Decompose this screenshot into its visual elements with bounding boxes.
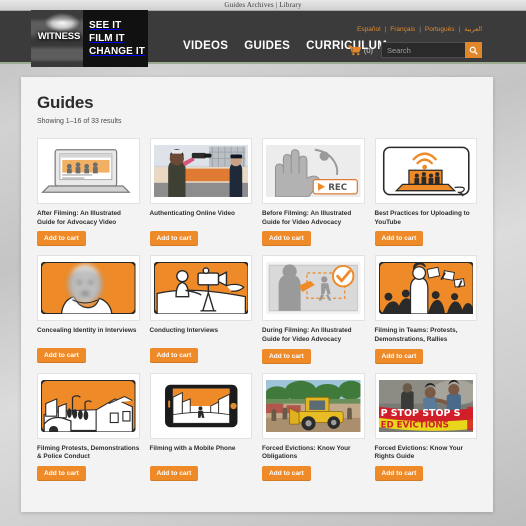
- add-to-cart-button[interactable]: Add to cart: [262, 231, 311, 247]
- lang-link-espanol[interactable]: Español: [357, 26, 381, 33]
- product-thumbnail-link[interactable]: [37, 138, 140, 204]
- product-title[interactable]: Conducting Interviews: [150, 327, 253, 344]
- logo-tagline-film-it: FILM IT: [89, 32, 125, 44]
- product-thumbnail-link[interactable]: [262, 255, 365, 322]
- main-content: Guides Showing 1–16 of 33 results After …: [21, 77, 493, 481]
- site-logo[interactable]: WITNESS SEE IT FILM IT CHANGE IT: [31, 10, 148, 67]
- crowd-protest-illustration-icon: [379, 259, 474, 317]
- street-scene-illustration-icon: [41, 377, 136, 435]
- product-title[interactable]: Filming in Teams: Protests, Demonstratio…: [375, 327, 478, 344]
- add-to-cart-button[interactable]: Add to cart: [37, 348, 86, 364]
- page-container: Guides Showing 1–16 of 33 results After …: [21, 77, 493, 512]
- product-card: Conducting Interviews Add to cart: [149, 255, 253, 364]
- laptop-illustration-icon: [41, 142, 136, 200]
- hand-rec-illustration-icon: [266, 142, 361, 200]
- product-card: Filming with a Mobile Phone Add to cart: [149, 372, 253, 481]
- add-to-cart-button[interactable]: Add to cart: [374, 348, 424, 364]
- product-card: During Filming: An Illustrated Guide for…: [262, 255, 365, 364]
- photo-stop-evictions-banner-icon: [379, 377, 474, 435]
- product-title[interactable]: Forced Evictions: Know Your Obligations: [262, 445, 365, 462]
- product-thumbnail-link[interactable]: [149, 255, 252, 322]
- product-thumbnail-link[interactable]: [374, 138, 477, 204]
- product-card: Best Practices for Uploading to YouTube A…: [374, 138, 478, 247]
- search-submit-button[interactable]: [465, 42, 482, 58]
- cart-widget[interactable]: (0): [347, 44, 373, 56]
- blurred-face-illustration-icon: [41, 259, 136, 317]
- product-title[interactable]: Filming Protests, Demonstrations & Polic…: [37, 445, 140, 462]
- nav-guides[interactable]: GUIDES: [244, 40, 290, 52]
- logo-taglines: SEE IT FILM IT CHANGE IT: [83, 10, 148, 67]
- add-to-cart-button[interactable]: Add to cart: [374, 231, 424, 247]
- camera-interview-illustration-icon: [154, 259, 249, 317]
- product-thumbnail-link[interactable]: [37, 255, 140, 322]
- product-grid: After Filming: An Illustrated Guide for …: [37, 138, 477, 481]
- logo-tagline-see-it: SEE IT: [89, 19, 122, 31]
- add-to-cart-button[interactable]: Add to cart: [262, 348, 311, 364]
- add-to-cart-button[interactable]: Add to cart: [37, 465, 86, 481]
- product-card: Filming Protests, Demonstrations & Polic…: [37, 372, 140, 481]
- logo-wordmark: WITNESS: [37, 31, 81, 42]
- product-card: Authenticating Online Video Add to cart: [149, 138, 253, 246]
- lang-separator: |: [458, 25, 461, 33]
- mobile-phone-illustration-icon: [154, 377, 249, 435]
- shopping-cart-icon: [347, 44, 361, 55]
- lang-separator: |: [384, 25, 387, 33]
- header-tools: (0): [347, 42, 482, 58]
- product-thumbnail-link[interactable]: [374, 255, 477, 322]
- logo-tagline-change-it: CHANGE IT: [89, 45, 145, 57]
- browser-title: Guides Archives | Library: [224, 1, 302, 9]
- product-card: Forced Evictions: Know Your Obligations A…: [262, 372, 365, 481]
- product-card: Concealing Identity in Interviews Add to …: [37, 255, 140, 364]
- search-form: [381, 42, 482, 58]
- add-to-cart-button[interactable]: Add to cart: [149, 231, 199, 246]
- product-title[interactable]: During Filming: An Illustrated Guide for…: [262, 327, 365, 344]
- cart-count: (0): [363, 45, 373, 55]
- product-card: After Filming: An Illustrated Guide for …: [37, 138, 140, 247]
- site-header: WITNESS SEE IT FILM IT CHANGE IT VIDEOS …: [0, 10, 526, 67]
- product-card: Before Filming: An Illustrated Guide for…: [262, 138, 365, 247]
- product-thumbnail-link[interactable]: [262, 138, 365, 204]
- product-title[interactable]: Forced Evictions: Know Your Rights Guide: [375, 445, 478, 462]
- product-thumbnail-link[interactable]: [149, 138, 252, 204]
- product-thumbnail-link[interactable]: [374, 372, 477, 439]
- result-count: Showing 1–16 of 33 results: [37, 118, 122, 125]
- lang-link-francais[interactable]: Français: [390, 26, 415, 33]
- photo-protester-filming-icon: [154, 142, 249, 200]
- photo-bulldozer-icon: [266, 377, 361, 435]
- language-switcher: Español | Français | Português | العربية: [357, 25, 482, 34]
- add-to-cart-button[interactable]: Add to cart: [149, 348, 199, 364]
- add-to-cart-button[interactable]: Add to cart: [374, 465, 424, 481]
- product-title[interactable]: Best Practices for Uploading to YouTube: [375, 210, 478, 227]
- search-icon: [469, 46, 478, 55]
- product-title[interactable]: Filming with a Mobile Phone: [150, 445, 253, 462]
- product-title[interactable]: Concealing Identity in Interviews: [37, 327, 140, 344]
- nav-videos[interactable]: VIDEOS: [183, 40, 228, 52]
- lang-link-arabic[interactable]: العربية: [464, 25, 482, 33]
- search-input[interactable]: [381, 42, 465, 58]
- product-thumbnail-link[interactable]: [149, 372, 252, 439]
- product-title[interactable]: Before Filming: An Illustrated Guide for…: [262, 210, 365, 227]
- product-card: Forced Evictions: Know Your Rights Guide…: [374, 372, 478, 481]
- product-title[interactable]: Authenticating Online Video: [150, 210, 253, 227]
- product-title[interactable]: After Filming: An Illustrated Guide for …: [37, 210, 140, 227]
- add-to-cart-button[interactable]: Add to cart: [262, 465, 311, 481]
- product-card: Filming in Teams: Protests, Demonstratio…: [374, 255, 478, 364]
- framing-check-illustration-icon: [266, 259, 361, 317]
- page-title: Guides: [37, 93, 94, 112]
- laptop-wifi-illustration-icon: [379, 142, 474, 200]
- product-thumbnail-link[interactable]: [37, 372, 140, 439]
- lang-link-portugues[interactable]: Português: [425, 26, 455, 33]
- product-thumbnail-link[interactable]: [262, 372, 365, 439]
- lang-separator: |: [419, 25, 421, 33]
- add-to-cart-button[interactable]: Add to cart: [149, 465, 199, 481]
- add-to-cart-button[interactable]: Add to cart: [37, 231, 86, 247]
